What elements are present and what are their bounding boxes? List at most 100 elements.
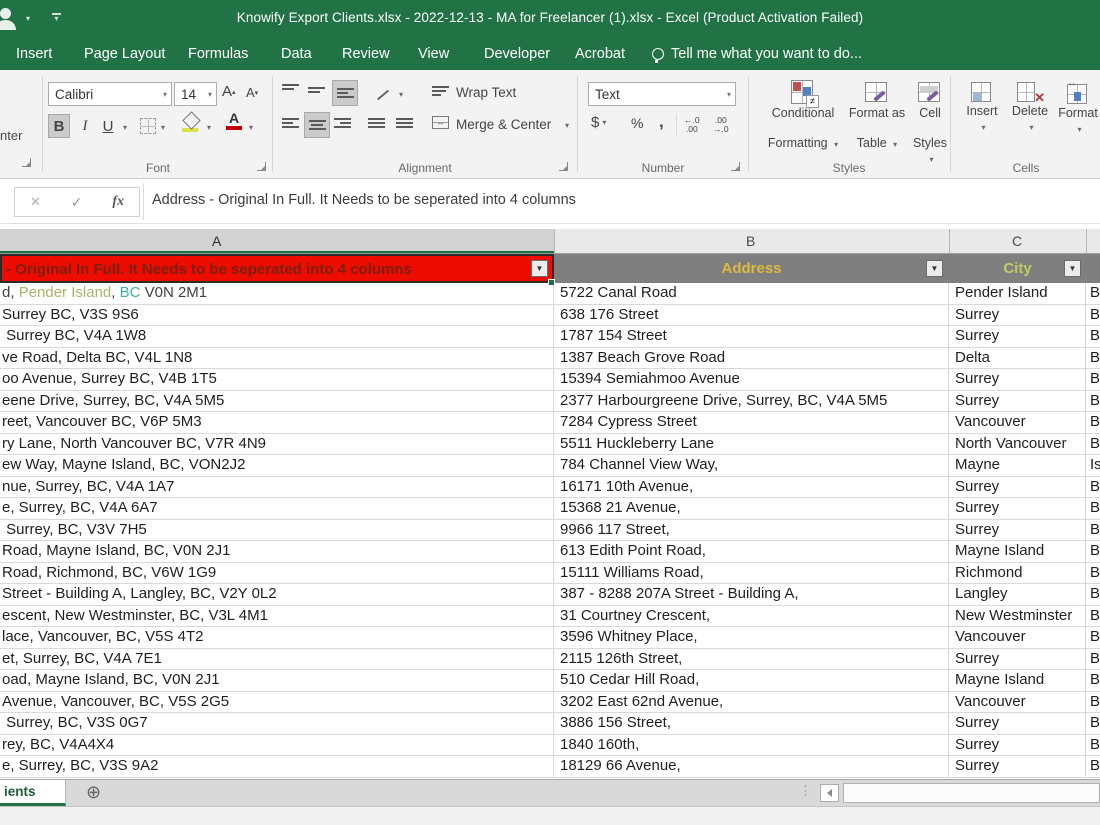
cell-a[interactable]: reet, Vancouver BC, V6P 5M3 bbox=[0, 412, 554, 433]
format-as-table-button[interactable]: Format as Table ▾ bbox=[846, 80, 908, 152]
cell-b[interactable]: 2377 Harbourgreene Drive, Surrey, BC, V4… bbox=[554, 390, 949, 411]
underline-button[interactable]: U bbox=[98, 114, 118, 138]
tab-data[interactable]: Data bbox=[281, 46, 312, 62]
format-painter-label-fragment[interactable]: nter bbox=[0, 128, 42, 143]
orientation-dropdown-icon[interactable]: ▾ bbox=[399, 90, 403, 99]
hscroll-left-arrow[interactable] bbox=[820, 784, 839, 802]
fill-color-button[interactable] bbox=[182, 111, 201, 132]
cell-c[interactable]: North Vancouver bbox=[949, 433, 1086, 454]
tab-formulas[interactable]: Formulas bbox=[188, 46, 248, 62]
cell-a[interactable]: Surrey BC, V3S 9S6 bbox=[0, 304, 554, 325]
cell-d[interactable]: B bbox=[1086, 283, 1100, 304]
tab-insert[interactable]: Insert bbox=[16, 46, 52, 62]
cell-d[interactable]: B bbox=[1086, 584, 1100, 605]
cell-d[interactable]: B bbox=[1086, 498, 1100, 519]
orientation-button[interactable] bbox=[376, 86, 392, 101]
cell-c[interactable]: Surrey bbox=[949, 476, 1086, 497]
align-left-button[interactable] bbox=[282, 118, 299, 128]
cell-c[interactable]: Delta bbox=[949, 347, 1086, 368]
cell-a[interactable]: escent, New Westminster, BC, V3L 4M1 bbox=[0, 605, 554, 626]
cell-a[interactable]: ry Lane, North Vancouver BC, V7R 4N9 bbox=[0, 433, 554, 454]
cell-d[interactable]: B bbox=[1086, 563, 1100, 584]
cell-c[interactable]: Surrey bbox=[949, 734, 1086, 755]
cell-b[interactable]: 7284 Cypress Street bbox=[554, 412, 949, 433]
cell-a[interactable]: e, Surrey, BC, V4A 6A7 bbox=[0, 498, 554, 519]
hscroll-thumb[interactable] bbox=[843, 783, 1100, 803]
cell-b[interactable]: 2115 126th Street, bbox=[554, 648, 949, 669]
alignment-dialog-launcher-icon[interactable] bbox=[559, 162, 568, 171]
number-dialog-launcher-icon[interactable] bbox=[731, 162, 740, 171]
cell-d[interactable]: Is bbox=[1086, 455, 1100, 476]
cell-styles-button[interactable]: Cell Styles ▾ bbox=[910, 80, 950, 167]
cell-d[interactable]: B bbox=[1086, 692, 1100, 713]
cell-a[interactable]: Road, Mayne Island, BC, V0N 2J1 bbox=[0, 541, 554, 562]
cell-c[interactable]: Surrey bbox=[949, 756, 1086, 777]
insert-function-icon[interactable]: fx bbox=[112, 194, 124, 210]
header-cell-d[interactable] bbox=[1086, 254, 1100, 283]
cell-a[interactable]: oo Avenue, Surrey BC, V4B 1T5 bbox=[0, 369, 554, 390]
fill-handle[interactable] bbox=[548, 279, 555, 286]
cell-d[interactable]: B bbox=[1086, 627, 1100, 648]
font-dialog-launcher-icon[interactable] bbox=[257, 162, 266, 171]
cell-b[interactable]: 3886 156 Street, bbox=[554, 713, 949, 734]
formula-bar-value[interactable]: Address - Original In Full. It Needs to … bbox=[152, 192, 576, 208]
cell-b[interactable]: 3202 East 62nd Avenue, bbox=[554, 691, 949, 712]
cell-c[interactable]: Surrey bbox=[949, 390, 1086, 411]
align-center-button[interactable] bbox=[304, 112, 330, 138]
cell-b[interactable]: 784 Channel View Way, bbox=[554, 455, 949, 476]
cell-d[interactable]: B bbox=[1086, 305, 1100, 326]
cell-b[interactable]: 387 - 8288 207A Street - Building A, bbox=[554, 584, 949, 605]
number-format-combo[interactable]: Text ▾ bbox=[588, 82, 736, 106]
underline-dropdown-icon[interactable]: ▾ bbox=[123, 123, 127, 132]
grow-font-button[interactable]: A ▴ bbox=[222, 83, 236, 100]
cell-d[interactable]: B bbox=[1086, 348, 1100, 369]
align-right-button[interactable] bbox=[334, 118, 351, 128]
cell-c[interactable]: Pender Island bbox=[949, 283, 1086, 304]
filter-dropdown-b[interactable]: ▼ bbox=[926, 260, 943, 277]
font-name-combo[interactable]: Calibri ▾ bbox=[48, 82, 172, 106]
decrease-decimal-button[interactable]: .00 →.0 bbox=[713, 116, 729, 134]
cancel-icon[interactable]: ✕ bbox=[30, 194, 41, 210]
cell-d[interactable]: B bbox=[1086, 369, 1100, 390]
cell-b[interactable]: 1840 160th, bbox=[554, 734, 949, 755]
wrap-text-button[interactable]: Wrap Text bbox=[456, 85, 516, 100]
cell-c[interactable]: Surrey bbox=[949, 326, 1086, 347]
cell-b[interactable]: 638 176 Street bbox=[554, 304, 949, 325]
cell-c[interactable]: Mayne bbox=[949, 455, 1086, 476]
borders-dropdown-icon[interactable]: ▾ bbox=[161, 123, 165, 132]
enter-icon[interactable]: ✓ bbox=[71, 194, 83, 211]
delete-cells-button[interactable]: ✕ Delete ▾ bbox=[1008, 82, 1052, 135]
cell-b[interactable]: 15368 21 Avenue, bbox=[554, 498, 949, 519]
cell-d[interactable]: B bbox=[1086, 713, 1100, 734]
cell-c[interactable]: Surrey bbox=[949, 498, 1086, 519]
cell-b[interactable]: 31 Courtney Crescent, bbox=[554, 605, 949, 626]
cell-b[interactable]: 16171 10th Avenue, bbox=[554, 476, 949, 497]
cell-d[interactable]: B bbox=[1086, 756, 1100, 777]
cell-d[interactable]: B bbox=[1086, 670, 1100, 691]
cell-a[interactable]: d, Pender Island, BC V0N 2M1 bbox=[0, 283, 554, 304]
cell-d[interactable]: B bbox=[1086, 649, 1100, 670]
bold-button[interactable]: B bbox=[48, 114, 70, 138]
filter-dropdown-a[interactable]: ▼ bbox=[531, 260, 548, 277]
comma-style-button[interactable]: , bbox=[659, 112, 664, 132]
cell-d[interactable]: B bbox=[1086, 434, 1100, 455]
shrink-font-button[interactable]: A ▾ bbox=[246, 85, 258, 100]
fill-color-dropdown-icon[interactable]: ▾ bbox=[207, 123, 211, 132]
cell-c[interactable]: Surrey bbox=[949, 648, 1086, 669]
cell-d[interactable]: B bbox=[1086, 606, 1100, 627]
percent-button[interactable]: % bbox=[631, 115, 643, 131]
cell-a[interactable]: e, Surrey, BC, V3S 9A2 bbox=[0, 756, 554, 777]
cell-a[interactable]: Surrey, BC, V3V 7H5 bbox=[0, 519, 554, 540]
cell-d[interactable]: B bbox=[1086, 541, 1100, 562]
cell-c[interactable]: Surrey bbox=[949, 519, 1086, 540]
merge-center-dropdown-icon[interactable]: ▾ bbox=[565, 121, 569, 130]
cell-b[interactable]: 510 Cedar Hill Road, bbox=[554, 670, 949, 691]
cell-c[interactable]: Surrey bbox=[949, 713, 1086, 734]
cell-a[interactable]: rey, BC, V4A4X4 bbox=[0, 734, 554, 755]
sheet-tab-clients[interactable]: ients bbox=[0, 780, 66, 806]
header-cell-address[interactable]: Address bbox=[554, 254, 949, 283]
cell-a[interactable]: ve Road, Delta BC, V4L 1N8 bbox=[0, 347, 554, 368]
cell-b[interactable]: 15394 Semiahmoo Avenue bbox=[554, 369, 949, 390]
column-header-a[interactable] bbox=[0, 229, 554, 253]
cell-b[interactable]: 5511 Huckleberry Lane bbox=[554, 433, 949, 454]
